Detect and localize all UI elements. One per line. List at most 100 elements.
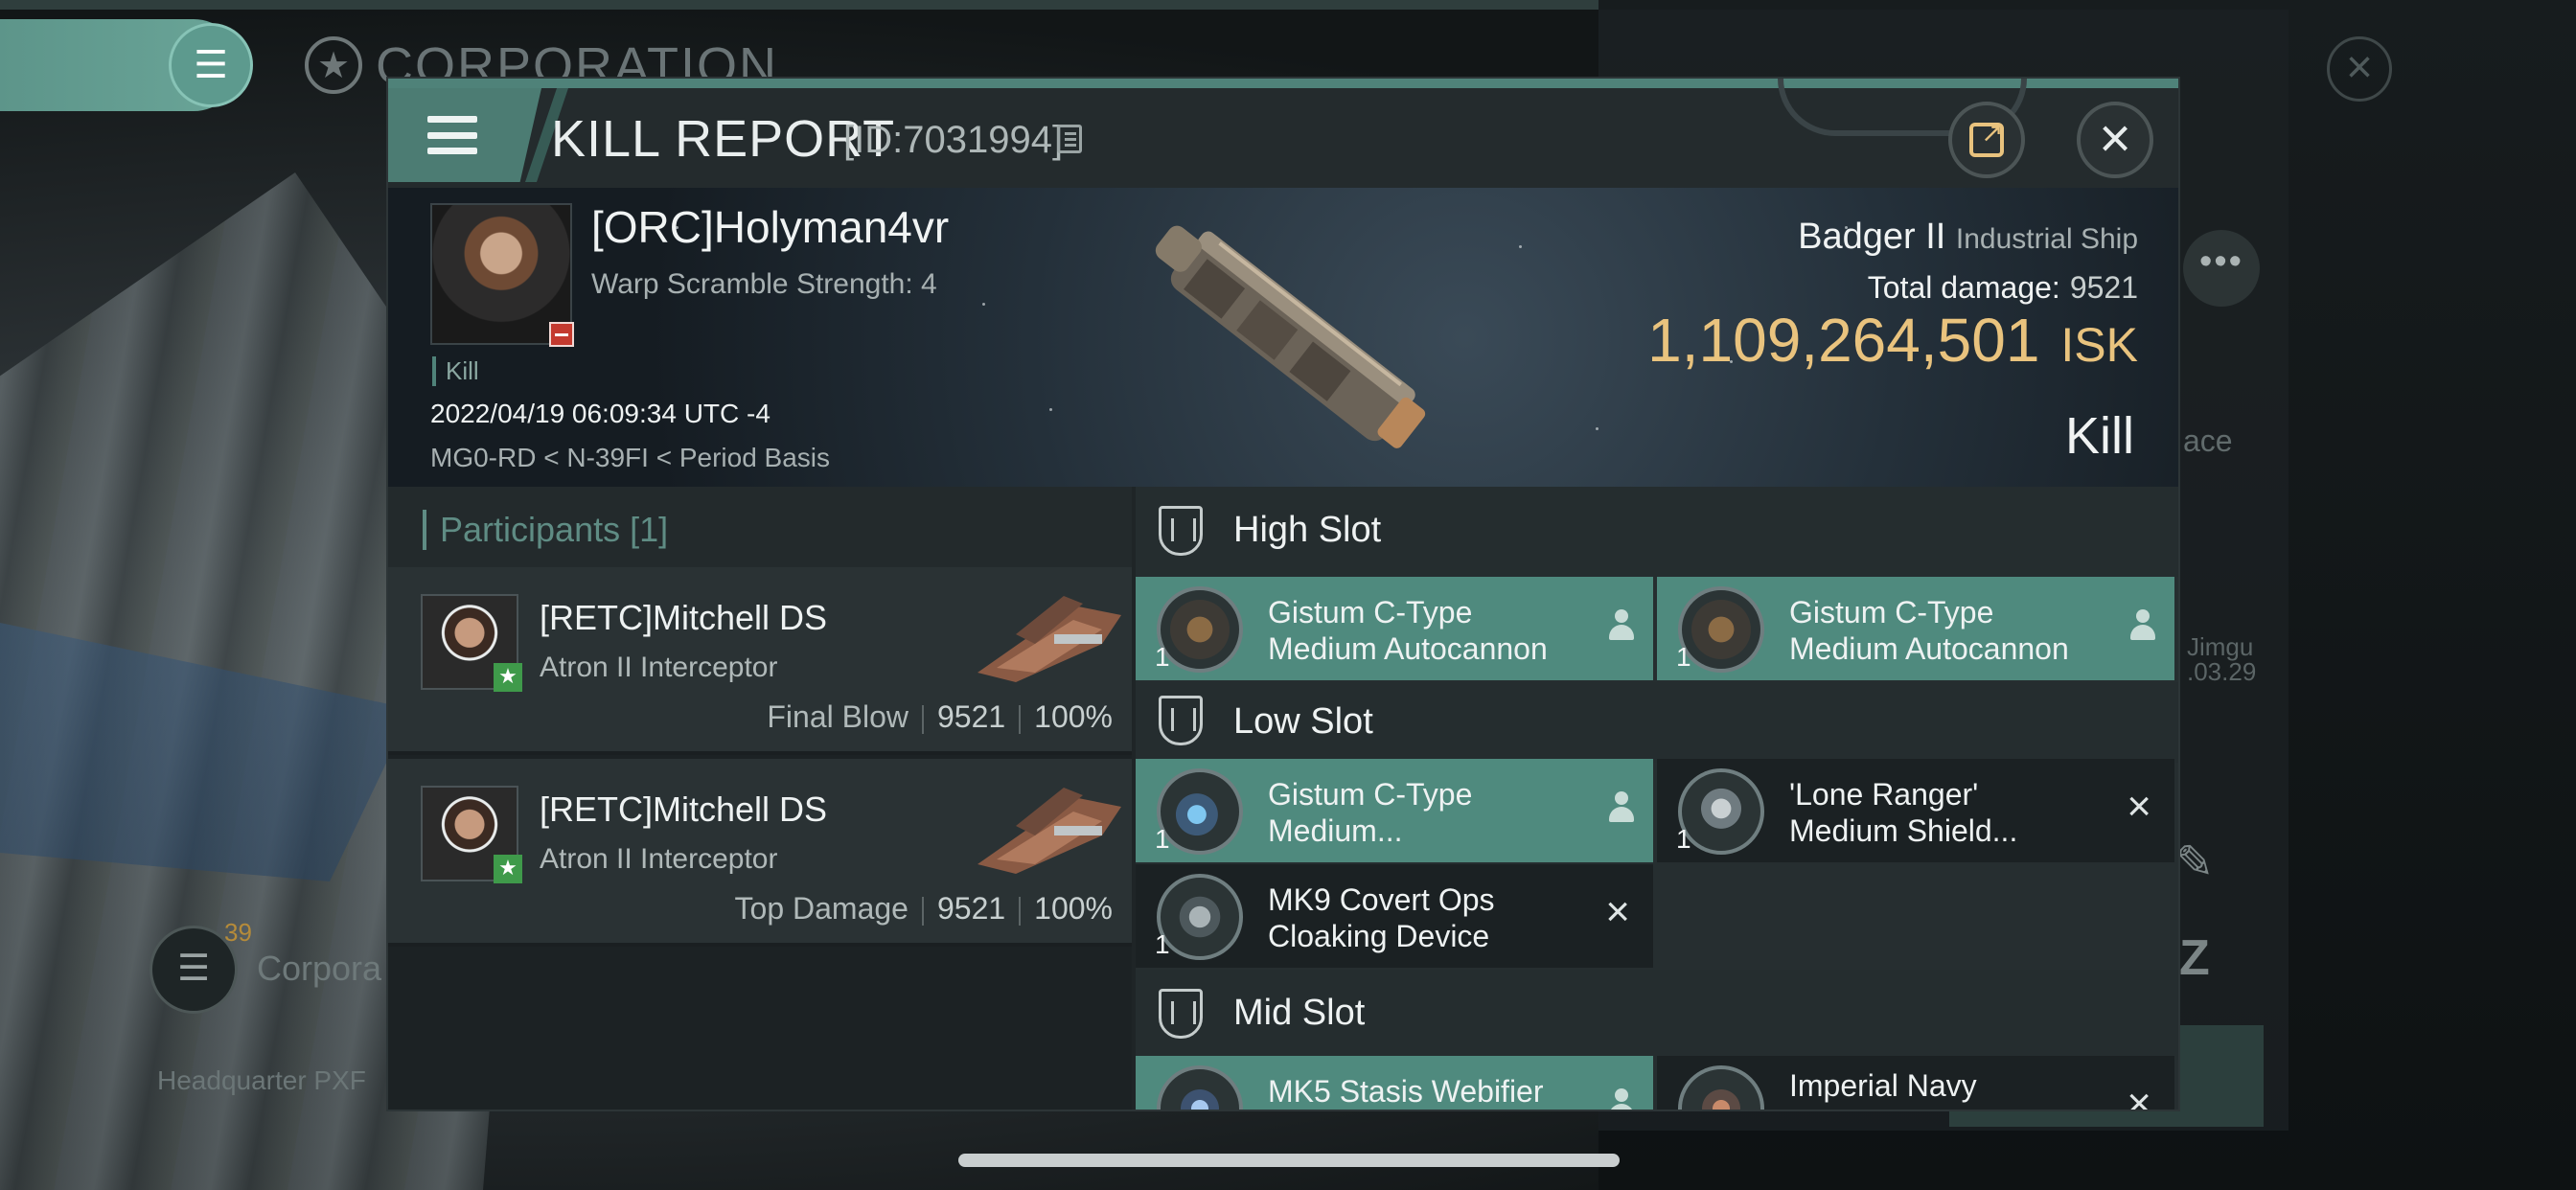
total-damage-value: 9521: [2069, 270, 2138, 305]
module-name: MK9 Covert Ops Cloaking Device: [1268, 881, 1495, 954]
module-item[interactable]: 1 Gistum C-Type Medium Autocannon: [1657, 577, 2174, 680]
participant-ship: Atron II Interceptor: [540, 652, 778, 683]
victim-subtitle: Warp Scramble Strength: 4: [591, 268, 937, 300]
imperial-navy-module-icon: [1691, 1079, 1751, 1110]
participant-name: [RETC]Mitchell DS: [540, 598, 828, 637]
headquarter-label: Headquarter PXF: [157, 1065, 366, 1095]
ally-star-icon: ★: [494, 855, 522, 883]
kill-report-dialog: KILL REPORT [ID:7031994] × [ORC]Holyman4…: [386, 77, 2180, 1111]
participants-title: Participants [1]: [423, 510, 668, 550]
cloaking-device-icon: [1170, 887, 1230, 947]
ally-star-icon: ★: [494, 663, 522, 692]
module-name-line2: Medium Autocannon: [1268, 631, 1548, 666]
participant-name: [RETC]Mitchell DS: [540, 790, 828, 829]
corp-star-icon: ★: [305, 36, 362, 94]
module-name-line1: Gistum C-Type: [1268, 595, 1473, 629]
shield-icon: [1691, 782, 1751, 841]
dropped-person-icon: [1607, 609, 1636, 646]
module-name: MK5 Stasis Webifier: [1268, 1073, 1544, 1110]
module-name-line1: 'Lone Ranger': [1789, 777, 1979, 812]
menu-icon: [427, 116, 477, 154]
ship-name-line[interactable]: Badger II Industrial Ship: [1798, 217, 2138, 258]
victim-banner: [ORC]Holyman4vr Warp Scramble Strength: …: [388, 188, 2178, 487]
participant-ship: Atron II Interceptor: [540, 843, 778, 875]
module-name: Gistum C-Type Medium...: [1268, 776, 1472, 849]
participant-stats: Final Blow 9521 100%: [767, 699, 1113, 735]
close-button[interactable]: ×: [2077, 102, 2153, 178]
background-jimgu-date: .03.29: [2187, 657, 2257, 686]
kill-datetime: 2022/04/19 06:09:34 UTC -4: [430, 399, 770, 428]
high-slot-title: High Slot: [1233, 510, 1382, 550]
corp-count: 39: [224, 918, 252, 947]
ship-class: Industrial Ship: [1955, 223, 2138, 255]
module-name-line2: Medium Shield...: [1789, 813, 2018, 848]
total-damage-line: Total damage: 9521: [1868, 270, 2138, 306]
participant-stats: Top Damage 9521 100%: [735, 891, 1113, 927]
module-item[interactable]: 1 'Lone Ranger' Medium Shield... ×: [1657, 759, 2174, 862]
background-text: ace: [2183, 423, 2233, 458]
module-name-line1: MK5 Stasis Webifier: [1268, 1074, 1544, 1109]
victim-ship-image[interactable]: [1116, 197, 1461, 485]
copy-icon[interactable]: [1057, 125, 1082, 153]
module-item[interactable]: Imperial Navy ×: [1657, 1056, 2174, 1111]
dialog-menu-button[interactable]: [388, 88, 541, 182]
module-quantity: 1: [1676, 824, 1691, 854]
destroyed-x-icon: ×: [1605, 888, 1630, 935]
isk-value: 1,109,264,501: [1647, 306, 2040, 375]
participant-row[interactable]: ★ [RETC]Mitchell DS Atron II Interceptor…: [388, 759, 1132, 947]
autocannon-icon: [1170, 600, 1230, 659]
background-close-icon[interactable]: ×: [2327, 36, 2392, 102]
module-name-line2: Cloaking Device: [1268, 919, 1490, 953]
module-quantity: 1: [1155, 642, 1170, 672]
participant-role: Top Damage: [734, 891, 908, 926]
corp-menu-button[interactable]: ☰: [169, 23, 253, 107]
kill-location[interactable]: MG0-RD < N-39FI < Period Basis: [430, 443, 830, 473]
high-slot-header: High Slot: [1136, 487, 2178, 577]
background-jimgu: Jimgu .03.29: [2187, 634, 2256, 684]
destroyed-x-icon: ×: [2127, 1080, 2151, 1111]
module-icon-ring: [1678, 1065, 1764, 1110]
module-name-line1: MK9 Covert Ops: [1268, 882, 1495, 917]
stasis-webifier-icon: [1170, 1079, 1230, 1110]
ship-name: Badger II: [1798, 217, 1946, 257]
participant-ship-image: [978, 788, 1121, 874]
participant-row[interactable]: ★ [RETC]Mitchell DS Atron II Interceptor…: [388, 567, 1132, 755]
more-button[interactable]: •••: [2183, 230, 2260, 307]
edit-icon[interactable]: ✎: [2175, 835, 2242, 903]
corp-label: Corpora: [257, 949, 382, 988]
isk-line: 1,109,264,501 ISK: [1647, 305, 2138, 376]
participant-percent: 100%: [1034, 891, 1113, 926]
destroyed-x-icon: ×: [2127, 783, 2151, 830]
module-name: 'Lone Ranger' Medium Shield...: [1789, 776, 2017, 849]
module-name-line1: Imperial Navy: [1789, 1068, 1977, 1103]
menu-icon: ☰: [194, 44, 228, 86]
low-slot-title: Low Slot: [1233, 701, 1373, 742]
isk-unit: ISK: [2060, 318, 2138, 372]
share-icon: [1969, 117, 2004, 157]
home-indicator[interactable]: [958, 1154, 1620, 1167]
gyrostabilizer-icon: [1170, 782, 1230, 841]
module-quantity: 1: [1155, 929, 1170, 959]
module-item[interactable]: 1 Gistum C-Type Medium...: [1136, 759, 1653, 862]
victim-name[interactable]: [ORC]Holyman4vr: [591, 201, 949, 253]
participants-header: Participants [1]: [388, 487, 1132, 567]
mid-slot-title: Mid Slot: [1233, 993, 1366, 1033]
module-name-line2: Medium Autocannon: [1789, 631, 2069, 666]
participant-damage: 9521: [936, 891, 1006, 926]
participant-damage: 9521: [936, 699, 1006, 734]
low-slot-header: Low Slot: [1136, 682, 2178, 763]
kill-result: Kill: [2064, 407, 2134, 465]
module-name: Imperial Navy: [1789, 1067, 1977, 1104]
participant-percent: 100%: [1034, 699, 1113, 734]
mid-slot-header: Mid Slot: [1136, 970, 2178, 1060]
kill-tag: Kill: [432, 356, 479, 386]
module-item[interactable]: MK5 Stasis Webifier: [1136, 1056, 1653, 1110]
settings-z-icon[interactable]: Z: [2179, 929, 2210, 987]
autocannon-icon: [1691, 600, 1751, 659]
high-slot-icon: [1159, 506, 1203, 556]
module-item[interactable]: 1 Gistum C-Type Medium Autocannon: [1136, 577, 1653, 680]
module-item[interactable]: 1 MK9 Covert Ops Cloaking Device ×: [1136, 864, 1653, 968]
module-quantity: 1: [1155, 824, 1170, 854]
share-button[interactable]: [1948, 102, 2025, 178]
participant-role: Final Blow: [767, 699, 908, 734]
